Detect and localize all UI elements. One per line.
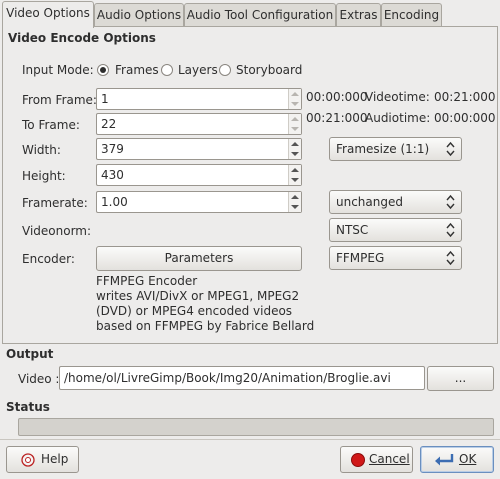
encoder-desc-line-3: (DVD) or MPEG4 encoded videos [96,304,293,318]
help-lifebuoy-icon [21,453,35,467]
section-title-video-encode: Video Encode Options [8,31,156,45]
combo-updown-icon [446,250,455,266]
framerate-value: 1.00 [101,195,128,209]
video-output-label: Video : [18,372,60,386]
browse-button[interactable]: ... [427,366,494,391]
to-frame-label: To Frame: [22,118,80,132]
videonorm-combo[interactable]: NTSC [329,218,462,242]
input-mode-label: Input Mode: [22,63,94,77]
encoder-label: Encoder: [22,252,75,266]
spinner-arrows-icon[interactable] [288,139,301,159]
radio-frames[interactable] [97,64,109,76]
framerate-mode-value: unchanged [336,195,403,209]
height-spinner[interactable]: 430 [96,164,302,186]
spinner-arrows-icon[interactable] [288,192,301,212]
framesize-combo[interactable]: Framesize (1:1) [329,137,462,161]
videonorm-label: Videonorm: [22,224,92,238]
combo-updown-icon [446,141,455,157]
video-output-path-input[interactable]: /home/ol/LivreGimp/Book/Img20/Animation/… [59,366,425,390]
status-title: Status [6,400,50,414]
cancel-stop-icon [351,453,365,467]
ok-button[interactable]: OK [420,446,494,473]
spinner-arrows-icon[interactable] [288,89,301,109]
ok-return-arrow-icon [435,454,454,466]
encoder-value: FFMPEG [336,251,385,265]
spinner-arrows-icon[interactable] [288,165,301,185]
status-progress-bar [18,418,494,436]
encoder-combo[interactable]: FFMPEG [329,246,462,270]
spinner-arrows-icon[interactable] [288,114,301,134]
radio-storyboard[interactable] [219,64,231,76]
combo-updown-icon [446,222,455,238]
audiotime-value: 00:00:000 [434,111,496,125]
combo-updown-icon [446,194,455,210]
help-button-label: Help [41,452,69,466]
framerate-label: Framerate: [22,196,88,210]
parameters-button[interactable]: Parameters [96,246,302,271]
dialog-content: Video Encode Options Input Mode: Frames … [0,0,500,479]
radio-layers[interactable] [161,64,173,76]
ok-button-label: OK [459,452,477,466]
width-value: 379 [101,142,124,156]
audiotime-label: Audiotime: [365,111,431,125]
framerate-spinner[interactable]: 1.00 [96,191,302,213]
from-frame-label: From Frame: [22,93,97,107]
framerate-mode-combo[interactable]: unchanged [329,190,462,214]
radio-layers-label[interactable]: Layers [178,63,218,77]
encoder-desc-line-4: based on FFMPEG by Fabrice Bellard [96,319,315,333]
videotime-value: 00:21:000 [434,90,496,104]
width-spinner[interactable]: 379 [96,138,302,160]
output-title: Output [6,347,54,361]
video-output-path: /home/ol/LivreGimp/Book/Img20/Animation/… [64,371,391,385]
framesize-value: Framesize (1:1) [336,142,430,156]
help-button[interactable]: Help [6,446,79,473]
width-label: Width: [22,143,61,157]
height-value: 430 [101,168,124,182]
height-label: Height: [22,169,66,183]
from-time: 00:00:000 [306,90,368,104]
cancel-button-label: Cancel [369,452,410,466]
videonorm-value: NTSC [336,223,369,237]
encoder-desc-line-2: writes AVI/DivX or MPEG1, MPEG2 [96,289,300,303]
from-frame-value: 1 [101,92,109,106]
from-frame-spinner[interactable]: 1 [96,88,302,110]
button-separator [0,439,500,440]
radio-storyboard-label[interactable]: Storyboard [236,63,302,77]
encoder-desc-line-1: FFMPEG Encoder [96,274,198,288]
videotime-label: Videotime: [365,90,430,104]
cancel-button[interactable]: Cancel [340,446,413,473]
to-time: 00:21:000 [306,111,368,125]
radio-frames-label[interactable]: Frames [115,63,159,77]
to-frame-value: 22 [101,117,117,131]
to-frame-spinner[interactable]: 22 [96,113,302,135]
